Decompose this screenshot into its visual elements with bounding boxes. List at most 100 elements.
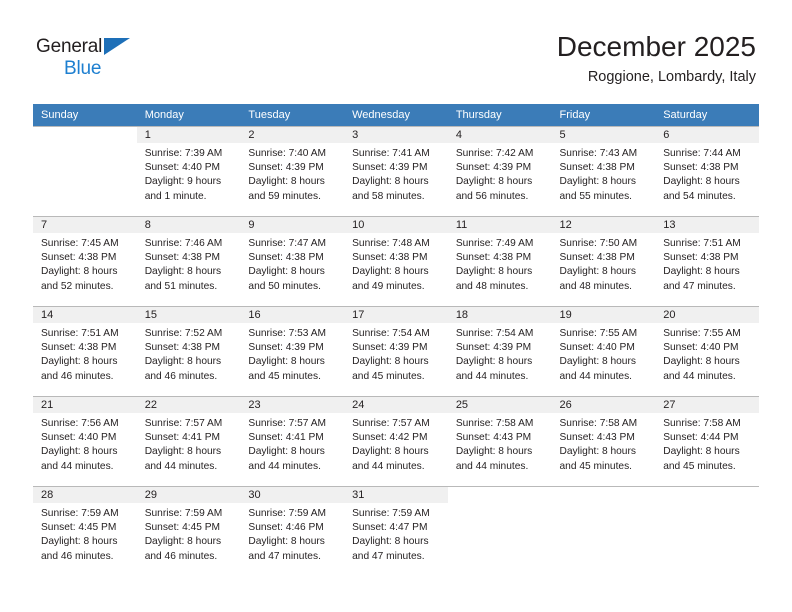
day-info-line: Daylight: 8 hours — [559, 176, 636, 188]
day-number: 21 — [33, 397, 137, 413]
day-info-line: Sunset: 4:41 PM — [144, 432, 221, 444]
calendar-day-cell[interactable]: 9 Sunrise: 7:47 AM Sunset: 4:38 PM Daylight… — [240, 216, 345, 307]
day-info-line: Sunset: 4:41 PM — [248, 432, 324, 444]
day-info-line: Sunset: 4:45 PM — [41, 522, 117, 534]
day-sun-info: Sunrise: 7:42 AM Sunset: 4:39 PM Daylight:… — [448, 143, 552, 204]
calendar-day-cell[interactable]: 20 Sunrise: 7:55 AM Sunset: 4:40 PM Dayligh… — [655, 306, 759, 397]
day-sun-info: Sunrise: 7:57 AM Sunset: 4:41 PM Daylight:… — [137, 413, 241, 474]
calendar-day-cell[interactable]: 24 Sunrise: 7:57 AM Sunset: 4:42 PM Dayligh… — [344, 396, 448, 487]
day-sun-info: Sunrise: 7:58 AM Sunset: 4:43 PM Daylight:… — [448, 413, 552, 474]
calendar-day-cell[interactable]: 30 Sunrise: 7:59 AM Sunset: 4:46 PM Dayligh… — [240, 486, 345, 576]
day-info-line: Sunset: 4:44 PM — [663, 432, 739, 444]
calendar-day-cell[interactable]: 15 Sunrise: 7:52 AM Sunset: 4:38 PM Dayligh… — [136, 306, 241, 397]
day-info-line: Daylight: 8 hours — [663, 446, 740, 458]
day-info-line: Sunset: 4:39 PM — [352, 162, 428, 174]
day-info-line: and 44 minutes. — [41, 460, 114, 472]
day-sun-info: Sunrise: 7:49 AM Sunset: 4:38 PM Daylight:… — [448, 233, 552, 294]
day-sun-info: Sunrise: 7:51 AM Sunset: 4:38 PM Daylight:… — [33, 323, 137, 384]
day-cell-content: 19 Sunrise: 7:55 AM Sunset: 4:40 PM Dayligh… — [551, 307, 656, 396]
day-number: 15 — [136, 307, 241, 323]
day-info-line: Sunrise: 7:43 AM — [559, 148, 638, 159]
day-sun-info: Sunrise: 7:45 AM Sunset: 4:38 PM Daylight:… — [33, 233, 137, 294]
day-number: 29 — [136, 487, 241, 503]
day-cell-content: 4 Sunrise: 7:42 AM Sunset: 4:39 PM Daylight… — [447, 127, 552, 216]
day-number: 28 — [33, 487, 137, 503]
calendar-day-cell[interactable]: 16 Sunrise: 7:53 AM Sunset: 4:39 PM Dayligh… — [240, 306, 345, 397]
day-info-line: and 56 minutes. — [455, 190, 529, 202]
day-cell-content: 7 Sunrise: 7:45 AM Sunset: 4:38 PM Daylight… — [33, 217, 137, 306]
calendar-day-cell[interactable]: 14 Sunrise: 7:51 AM Sunset: 4:38 PM Dayligh… — [33, 306, 137, 397]
weekday-header-saturday: Saturday — [655, 104, 759, 127]
calendar-day-cell[interactable]: 21 Sunrise: 7:56 AM Sunset: 4:40 PM Dayligh… — [33, 396, 137, 487]
calendar-day-cell[interactable]: 4 Sunrise: 7:42 AM Sunset: 4:39 PM Daylight… — [447, 126, 552, 217]
calendar-day-cell[interactable]: 27 Sunrise: 7:58 AM Sunset: 4:44 PM Dayligh… — [655, 396, 759, 487]
day-info-line: Sunrise: 7:57 AM — [248, 418, 326, 429]
day-info-line: Sunrise: 7:52 AM — [144, 328, 223, 339]
day-info-line: Sunrise: 7:59 AM — [352, 508, 430, 519]
day-info-line: Sunrise: 7:53 AM — [248, 328, 326, 339]
day-info-line: Sunrise: 7:58 AM — [559, 418, 638, 429]
day-cell-content: 28 Sunrise: 7:59 AM Sunset: 4:45 PM Dayligh… — [33, 487, 137, 576]
weekday-header-thursday: Thursday — [447, 104, 552, 127]
day-info-line: Sunset: 4:38 PM — [663, 162, 739, 174]
day-cell-content — [33, 127, 137, 216]
day-info-line: and 45 minutes. — [352, 370, 425, 382]
day-number: 25 — [447, 397, 552, 413]
day-sun-info: Sunrise: 7:53 AM Sunset: 4:39 PM Daylight:… — [240, 323, 344, 384]
weekday-header-monday: Monday — [136, 104, 241, 127]
calendar-day-cell[interactable]: 10 Sunrise: 7:48 AM Sunset: 4:38 PM Dayligh… — [344, 216, 448, 307]
day-info-line: Sunset: 4:39 PM — [248, 342, 324, 354]
calendar-day-cell[interactable]: 7 Sunrise: 7:45 AM Sunset: 4:38 PM Daylight… — [33, 216, 137, 307]
day-number: 12 — [551, 217, 656, 233]
day-info-line: and 58 minutes. — [352, 190, 425, 202]
calendar-day-cell[interactable]: 31 Sunrise: 7:59 AM Sunset: 4:47 PM Dayligh… — [344, 486, 448, 576]
calendar-day-cell[interactable]: 19 Sunrise: 7:55 AM Sunset: 4:40 PM Dayligh… — [551, 306, 656, 397]
calendar-day-cell[interactable]: 1 Sunrise: 7:39 AM Sunset: 4:40 PM Daylight… — [136, 126, 241, 217]
day-cell-content: 5 Sunrise: 7:43 AM Sunset: 4:38 PM Daylight… — [551, 127, 656, 216]
day-info-line: Daylight: 8 hours — [144, 356, 222, 368]
day-number: 16 — [240, 307, 345, 323]
calendar-day-cell[interactable]: 3 Sunrise: 7:41 AM Sunset: 4:39 PM Daylight… — [344, 126, 448, 217]
calendar-day-cell[interactable]: 29 Sunrise: 7:59 AM Sunset: 4:45 PM Dayligh… — [136, 486, 241, 576]
logo-text-blue: Blue — [64, 58, 102, 79]
calendar-day-cell[interactable]: 18 Sunrise: 7:54 AM Sunset: 4:39 PM Dayligh… — [447, 306, 552, 397]
calendar-day-cell[interactable]: 13 Sunrise: 7:51 AM Sunset: 4:38 PM Dayligh… — [655, 216, 759, 307]
calendar-day-cell[interactable]: 6 Sunrise: 7:44 AM Sunset: 4:38 PM Daylight… — [655, 126, 759, 217]
day-info-line: and 45 minutes. — [248, 370, 321, 382]
calendar-day-cell[interactable]: 8 Sunrise: 7:46 AM Sunset: 4:38 PM Daylight… — [136, 216, 241, 307]
day-info-line: and 51 minutes. — [144, 280, 218, 292]
day-info-line: and 44 minutes. — [455, 460, 529, 472]
day-info-line: and 46 minutes. — [144, 370, 218, 382]
day-sun-info: Sunrise: 7:55 AM Sunset: 4:40 PM Daylight:… — [552, 323, 656, 384]
day-cell-content: 23 Sunrise: 7:57 AM Sunset: 4:41 PM Dayligh… — [240, 397, 345, 486]
day-info-line: Sunset: 4:46 PM — [248, 522, 324, 534]
day-info-line: Daylight: 8 hours — [41, 536, 118, 548]
day-sun-info: Sunrise: 7:55 AM Sunset: 4:40 PM Daylight:… — [655, 323, 759, 384]
page-subtitle: Roggione, Lombardy, Italy — [587, 69, 756, 85]
day-cell-content: 15 Sunrise: 7:52 AM Sunset: 4:38 PM Dayligh… — [136, 307, 241, 396]
calendar-body: 1 Sunrise: 7:39 AM Sunset: 4:40 PM Daylight… — [33, 126, 759, 576]
calendar-day-cell[interactable]: 2 Sunrise: 7:40 AM Sunset: 4:39 PM Daylight… — [240, 126, 345, 217]
calendar-day-cell[interactable]: 25 Sunrise: 7:58 AM Sunset: 4:43 PM Dayligh… — [447, 396, 552, 487]
day-info-line: Daylight: 8 hours — [455, 266, 533, 278]
day-info-line: Sunset: 4:38 PM — [41, 252, 117, 264]
calendar-day-cell[interactable]: 26 Sunrise: 7:58 AM Sunset: 4:43 PM Dayligh… — [551, 396, 656, 487]
calendar-day-cell[interactable]: 28 Sunrise: 7:59 AM Sunset: 4:45 PM Dayligh… — [33, 486, 137, 576]
day-sun-info: Sunrise: 7:47 AM Sunset: 4:38 PM Daylight:… — [240, 233, 344, 294]
calendar-day-cell[interactable]: 17 Sunrise: 7:54 AM Sunset: 4:39 PM Dayligh… — [344, 306, 448, 397]
calendar-day-cell[interactable]: 5 Sunrise: 7:43 AM Sunset: 4:38 PM Daylight… — [551, 126, 656, 217]
day-cell-content: 24 Sunrise: 7:57 AM Sunset: 4:42 PM Dayligh… — [344, 397, 448, 486]
calendar-day-cell[interactable]: 22 Sunrise: 7:57 AM Sunset: 4:41 PM Dayligh… — [136, 396, 241, 487]
day-info-line: Daylight: 8 hours — [559, 446, 636, 458]
calendar-day-cell[interactable]: 12 Sunrise: 7:50 AM Sunset: 4:38 PM Dayligh… — [551, 216, 656, 307]
calendar-day-cell[interactable]: 23 Sunrise: 7:57 AM Sunset: 4:41 PM Dayligh… — [240, 396, 345, 487]
day-sun-info: Sunrise: 7:59 AM Sunset: 4:46 PM Daylight:… — [240, 503, 344, 564]
day-sun-info: Sunrise: 7:59 AM Sunset: 4:47 PM Daylight:… — [344, 503, 448, 564]
calendar-page: General Blue December 2025 Roggione, Lom… — [0, 0, 792, 612]
day-cell-content: 17 Sunrise: 7:54 AM Sunset: 4:39 PM Dayligh… — [344, 307, 448, 396]
day-sun-info: Sunrise: 7:41 AM Sunset: 4:39 PM Daylight:… — [344, 143, 448, 204]
day-info-line: Daylight: 8 hours — [663, 266, 740, 278]
day-cell-content: 2 Sunrise: 7:40 AM Sunset: 4:39 PM Daylight… — [240, 127, 345, 216]
day-info-line: Sunrise: 7:55 AM — [559, 328, 638, 339]
calendar-day-cell[interactable]: 11 Sunrise: 7:49 AM Sunset: 4:38 PM Dayligh… — [447, 216, 552, 307]
